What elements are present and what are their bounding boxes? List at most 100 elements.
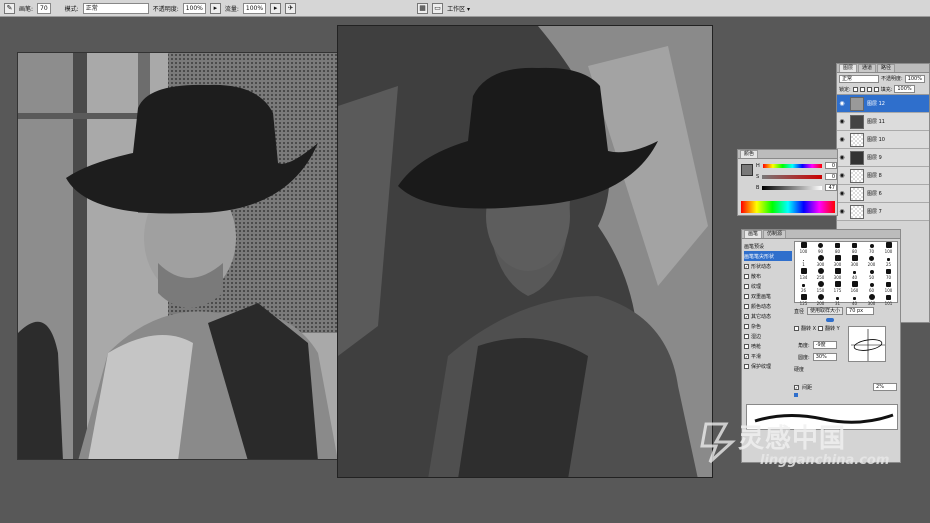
brush-tip[interactable]: 200 [812,294,829,307]
hue-value[interactable]: 0 [825,162,837,169]
brush-option[interactable]: ✓ 其它动态 [744,311,792,321]
option-checkbox[interactable] [744,363,749,369]
tab-color[interactable]: 颜色 [740,150,759,158]
brush-size-picker[interactable]: 70 [37,2,51,14]
brush-option[interactable]: 杂色 [744,321,792,331]
brush-tip[interactable]: 100 [795,242,812,255]
tab-layers[interactable]: 图层 [839,64,858,72]
spacing-slider[interactable] [794,393,798,397]
brightness-slider[interactable] [762,185,823,190]
brush-tip[interactable]: 60 [863,281,880,294]
option-checkbox[interactable] [744,273,749,279]
brush-tip[interactable]: 300 [829,268,846,281]
fill-input[interactable]: 100% [894,85,915,93]
tab-clone-source[interactable]: 仿制源 [763,230,787,238]
airbrush-icon[interactable]: ✈ [285,2,297,14]
layer-row[interactable]: ◉ 图层 7 [837,203,929,221]
spacing-checkbox[interactable]: ✓ [794,384,799,390]
foreground-color-swatch[interactable] [741,164,753,176]
option-checkbox[interactable]: ✓ [744,263,749,269]
brush-tip[interactable]: 300 [812,255,829,268]
flow-arrow-icon[interactable]: ▸ [270,2,282,14]
brush-option[interactable]: 喷枪 [744,341,792,351]
lock-transparency-icon[interactable] [852,86,858,92]
layer-row[interactable]: ◉ 图层 8 [837,167,929,185]
brush-option[interactable]: 湿边 [744,331,792,341]
flow-input[interactable]: 100% [242,2,267,14]
lock-pixels-icon[interactable] [859,86,865,92]
eye-icon[interactable]: ◉ [837,100,847,107]
spacing-input[interactable]: 2% [873,383,898,391]
diameter-input[interactable]: 70 px [846,307,875,315]
brush-tip[interactable]: 50 [863,268,880,281]
layer-row[interactable]: ◉ 图层 11 [837,113,929,131]
flip-y-checkbox[interactable] [818,326,824,331]
painting-canvas-document[interactable] [337,25,713,478]
eye-icon[interactable]: ◉ [837,190,847,197]
brush-tip[interactable]: 90 [812,242,829,255]
brush-tip[interactable]: 100 [880,242,897,255]
brush-tip[interactable]: 70 [880,268,897,281]
brush-tip[interactable]: 80 [829,242,846,255]
brush-tip[interactable]: 80 [846,242,863,255]
brush-tip[interactable]: 300 [863,294,880,307]
brush-tip-shape-option[interactable]: 画笔笔尖形状 [744,251,792,261]
workspace-menu[interactable]: 工作区 ▾ [447,4,470,13]
layer-row[interactable]: ◉ 图层 9 [837,149,929,167]
eye-icon[interactable]: ◉ [837,136,847,143]
brush-tip[interactable]: 70 [863,242,880,255]
option-checkbox[interactable] [744,333,749,339]
mode-select[interactable]: 正常 [82,2,149,14]
blend-mode-select[interactable]: 正常 [839,74,879,83]
brush-tip[interactable]: 300 [846,255,863,268]
brush-option[interactable]: 散布 [744,271,792,281]
option-checkbox[interactable] [744,303,749,309]
roundness-input[interactable]: 30% [812,353,837,361]
brush-tip[interactable]: 40 [846,294,863,307]
brush-option[interactable]: 颜色动态 [744,301,792,311]
pressure-opacity-icon[interactable]: ▸ [209,2,221,14]
diameter-slider[interactable] [826,318,834,322]
brush-tip[interactable]: 134 [795,268,812,281]
brightness-value[interactable]: 47 [825,184,837,191]
brush-option[interactable]: ✓ 形状动态 [744,261,792,271]
saturation-slider[interactable] [762,174,823,179]
brush-tip[interactable]: 40 [846,268,863,281]
angle-input[interactable]: -9度 [812,341,837,349]
eye-icon[interactable]: ◉ [837,208,847,215]
hue-slider[interactable] [762,163,823,168]
tab-channels[interactable]: 通道 [858,64,877,72]
brush-tip[interactable]: 160 [846,281,863,294]
eye-icon[interactable]: ◉ [837,154,847,161]
brush-tool-icon[interactable]: ✎ [4,2,15,14]
option-checkbox[interactable]: ✓ [744,353,749,359]
brush-option[interactable]: 保护纹理 [744,361,792,371]
layer-row[interactable]: ◉ 图层 10 [837,131,929,149]
brush-tip[interactable]: 150 [812,281,829,294]
brush-tip[interactable]: 200 [863,255,880,268]
color-spectrum-ramp[interactable] [741,201,835,213]
brush-option[interactable]: 纹理 [744,281,792,291]
brush-tip[interactable]: 101 [880,294,897,307]
brush-tip[interactable]: 175 [829,281,846,294]
brush-option[interactable]: 双重画笔 [744,291,792,301]
brush-tip[interactable]: 300 [829,255,846,268]
brush-tip[interactable]: 100 [880,281,897,294]
brush-option[interactable]: ✓ 平滑 [744,351,792,361]
layer-row[interactable]: ◉ 图层 12 [837,95,929,113]
eye-icon[interactable]: ◉ [837,172,847,179]
palette-well-icon[interactable]: ▦ [417,2,429,14]
tab-paths[interactable]: 路径 [877,64,896,72]
use-sample-size-button[interactable]: 使用取样大小 [807,307,844,315]
brush-tip[interactable]: 31 [829,294,846,307]
brush-tip[interactable]: 25 [880,255,897,268]
brush-tip[interactable]: 250 [812,268,829,281]
option-checkbox[interactable] [744,283,749,289]
lock-all-icon[interactable] [873,86,879,92]
brush-tip[interactable]: 1 [795,255,812,268]
brush-tip[interactable]: 26 [795,281,812,294]
saturation-value[interactable]: 0 [825,173,837,180]
option-checkbox[interactable] [744,293,749,299]
screen-mode-icon[interactable]: ▭ [432,2,444,14]
reference-photo-document[interactable] [17,52,355,460]
